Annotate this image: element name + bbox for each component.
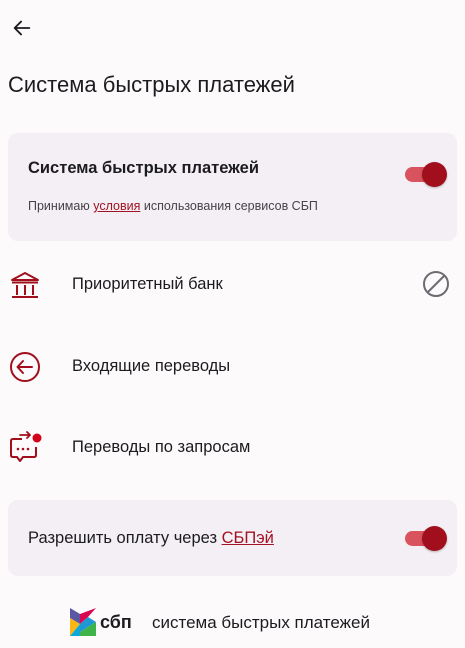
sbpay-toggle[interactable] <box>405 526 447 551</box>
back-button[interactable] <box>6 12 38 44</box>
sbp-logo-icon <box>70 608 96 636</box>
page-title: Система быстрых платежей <box>8 72 295 97</box>
sbpay-label: Разрешить оплату через СБПэй <box>28 529 274 548</box>
menu-item-requests[interactable]: Переводы по запросам <box>0 421 465 473</box>
bank-icon <box>11 272 39 298</box>
sbpay-card: Разрешить оплату через СБПэй <box>8 500 457 576</box>
sbpay-link[interactable]: СБПэй <box>222 529 274 547</box>
sbp-toggle-knob <box>422 162 447 187</box>
sbp-brand-short: сбп <box>100 612 132 632</box>
sbp-toggle[interactable] <box>405 162 447 187</box>
requests-label: Переводы по запросам <box>72 438 251 456</box>
transfer-request-icon <box>10 431 42 462</box>
sbpay-label-prefix: Разрешить оплату через <box>28 529 218 547</box>
menu-item-incoming[interactable]: Входящие переводы <box>0 340 465 392</box>
incoming-arrow-icon <box>10 352 40 382</box>
sbp-card: Система быстрых платежей Принимаю услови… <box>8 133 457 241</box>
terms-suffix: использования сервисов СБП <box>143 199 318 213</box>
sbpay-toggle-knob <box>422 526 447 551</box>
incoming-label: Входящие переводы <box>72 357 231 375</box>
forbidden-icon <box>423 271 449 297</box>
sbp-brand-full: система быстрых платежей <box>152 613 370 632</box>
priority-bank-label: Приоритетный банк <box>72 275 223 293</box>
menu-item-priority-bank[interactable]: Приоритетный банк <box>0 258 465 310</box>
terms-link[interactable]: условия <box>93 199 140 213</box>
terms-prefix: Принимаю <box>28 199 90 213</box>
arrow-left-icon <box>13 20 31 36</box>
sbp-card-title: Система быстрых платежей <box>28 159 259 177</box>
sbp-terms-text: Принимаю условия использования сервисов … <box>28 199 318 213</box>
sbp-footer-brand: сбп система быстрых платежей <box>0 604 465 644</box>
